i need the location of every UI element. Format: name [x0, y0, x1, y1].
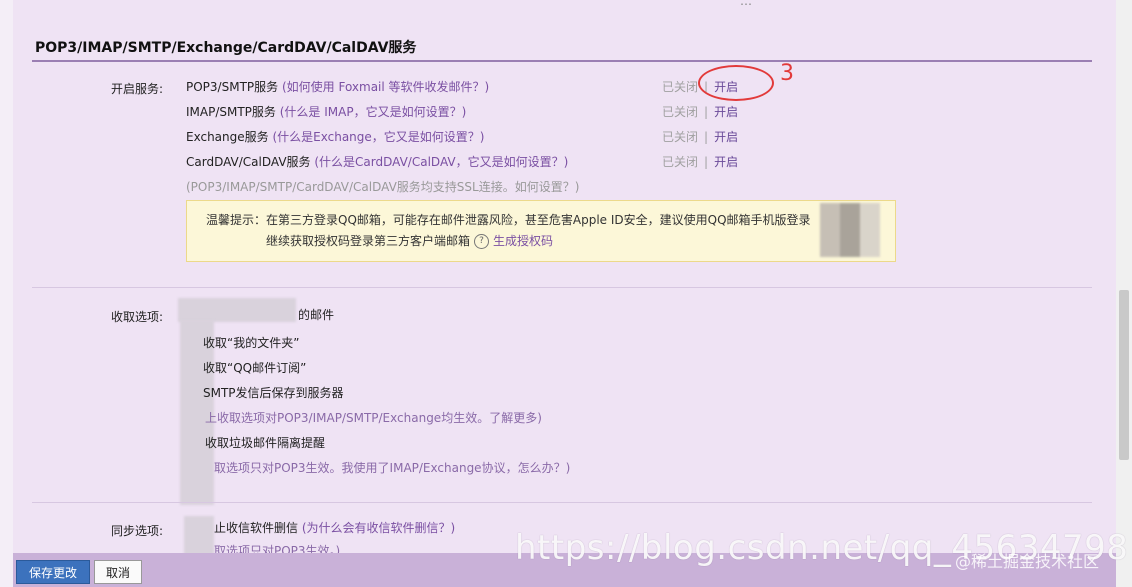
- enable-exchange-link[interactable]: 开启: [714, 130, 738, 144]
- service-status-exchange: 已关闭 | 开启: [662, 128, 738, 145]
- receive-note-link-2[interactable]: 取选项只对POP3生效。我使用了IMAP/Exchange协议，怎么办？): [214, 459, 570, 476]
- help-icon[interactable]: ?: [474, 234, 490, 249]
- ssl-note[interactable]: (POP3/IMAP/SMTP/CardDAV/CalDAV服务均支持SSL连接…: [186, 178, 579, 195]
- receive-item[interactable]: 的邮件: [298, 306, 334, 323]
- service-row-carddav: CardDAV/CalDAV服务 (什么是CardDAV/CalDAV，它又是如…: [186, 153, 568, 170]
- generate-auth-code-link[interactable]: 生成授权码: [493, 234, 553, 248]
- sync-options-label: 同步选项:: [111, 524, 164, 538]
- annotation-circle: [698, 65, 774, 101]
- status-separator: |: [704, 130, 709, 144]
- receive-item[interactable]: 收取“我的文件夹”: [203, 334, 299, 351]
- service-help-link[interactable]: (什么是Exchange，它又是如何设置？): [272, 130, 484, 144]
- title-divider: [32, 60, 1092, 62]
- tip-text: 温馨提示：在第三方登录QQ邮箱，可能存在邮件泄露风险，甚至危害Apple ID安…: [206, 213, 811, 227]
- warning-tip-box: [186, 200, 896, 262]
- section-divider-2: [32, 502, 1092, 503]
- annotation-number: 3: [780, 61, 794, 86]
- scrollbar-thumb[interactable]: [1119, 290, 1129, 460]
- save-button[interactable]: 保存更改: [16, 560, 90, 584]
- sync-help-link[interactable]: (为什么会有收信软件删信？): [302, 521, 455, 535]
- blurred-checkbox: [184, 516, 214, 556]
- service-row-exchange: Exchange服务 (什么是Exchange，它又是如何设置？): [186, 128, 484, 145]
- enable-imap-link[interactable]: 开启: [714, 105, 738, 119]
- sync-item[interactable]: 止收信软件删信 (为什么会有收信软件删信？): [214, 519, 455, 536]
- service-name: IMAP/SMTP服务: [186, 105, 276, 119]
- settings-page: [13, 0, 1116, 587]
- service-status-carddav: 已关闭 | 开启: [662, 153, 738, 170]
- service-row-pop3: POP3/SMTP服务 (如何使用 Foxmail 等软件收发邮件？): [186, 78, 489, 95]
- receive-options-label: 收取选项:: [111, 310, 164, 324]
- section-title: POP3/IMAP/SMTP/Exchange/CardDAV/CalDAV服务: [35, 40, 417, 56]
- receive-item[interactable]: 收取“QQ邮件订阅”: [203, 359, 306, 376]
- status-separator: |: [704, 105, 709, 119]
- status-off-label: 已关闭: [662, 130, 699, 144]
- services-label: 开启服务:: [111, 82, 164, 96]
- service-name: POP3/SMTP服务: [186, 80, 279, 94]
- tip-line2: 继续获取授权码登录第三方客户端邮箱? 生成授权码: [266, 232, 553, 249]
- service-name: Exchange服务: [186, 130, 269, 144]
- tip-text-2: 继续获取授权码登录第三方客户端邮箱: [266, 234, 471, 248]
- cancel-button[interactable]: 取消: [94, 560, 142, 584]
- status-off-label: 已关闭: [662, 155, 699, 169]
- section-divider: [32, 287, 1092, 288]
- blurred-region: [178, 298, 296, 322]
- status-off-label: 已关闭: [662, 105, 699, 119]
- receive-item[interactable]: 收取垃圾邮件隔离提醒: [205, 434, 325, 451]
- watermark-source: @稀土掘金技术社区: [955, 552, 1100, 571]
- service-help-link[interactable]: (什么是CardDAV/CalDAV，它又是如何设置？): [314, 155, 568, 169]
- service-name: CardDAV/CalDAV服务: [186, 155, 311, 169]
- top-clipped-text: …: [740, 0, 752, 8]
- service-help-link[interactable]: (如何使用 Foxmail 等软件收发邮件？): [282, 80, 489, 94]
- receive-item[interactable]: SMTP发信后保存到服务器: [203, 384, 344, 401]
- blurred-qr-image: [820, 203, 880, 257]
- service-help-link[interactable]: (什么是 IMAP，它又是如何设置？): [280, 105, 467, 119]
- receive-note-link[interactable]: 上收取选项对POP3/IMAP/SMTP/Exchange均生效。了解更多): [205, 409, 542, 426]
- status-off-label: 已关闭: [662, 80, 699, 94]
- service-status-imap: 已关闭 | 开启: [662, 103, 738, 120]
- service-row-imap: IMAP/SMTP服务 (什么是 IMAP，它又是如何设置？): [186, 103, 466, 120]
- vertical-scrollbar[interactable]: [1116, 0, 1132, 587]
- enable-carddav-link[interactable]: 开启: [714, 155, 738, 169]
- status-separator: |: [704, 155, 709, 169]
- sync-item-label: 止收信软件删信: [214, 521, 299, 535]
